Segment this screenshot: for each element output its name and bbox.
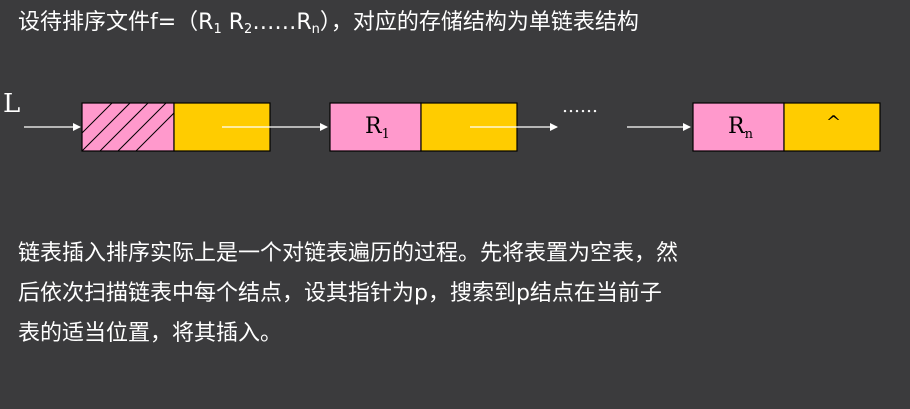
head-pointer-label: L <box>3 89 20 119</box>
description-line-1: 链表插入排序实际上是一个对链表遍历的过程。先将表置为空表，然 <box>18 241 679 266</box>
description-line-3: 表的适当位置，将其插入。 <box>18 321 283 346</box>
null-pointer-symbol: ^ <box>826 112 841 133</box>
ellipsis-text: …… <box>562 96 598 117</box>
description-line-2: 后依次扫描链表中每个结点，设其指针为p，搜索到p结点在当前子 <box>18 281 662 306</box>
description-paragraph: 链表插入排序实际上是一个对链表遍历的过程。先将表置为空表，然 后依次扫描链表中每… <box>18 234 898 354</box>
node-rn: Rn ^ <box>692 102 881 152</box>
